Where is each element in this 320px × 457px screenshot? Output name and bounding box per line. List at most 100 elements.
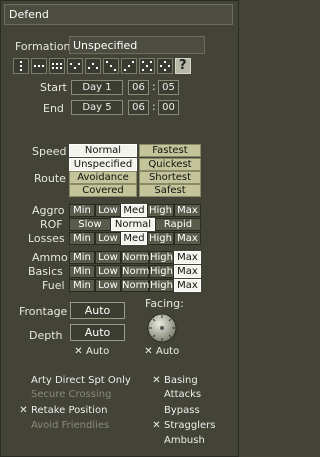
basics-norm-option[interactable]: Norm <box>121 265 149 278</box>
stragglers-checkbox[interactable]: ✕ Stragglers <box>152 420 215 431</box>
start-day-button[interactable]: Day 1 <box>71 80 123 95</box>
formation-diamond-icon <box>160 61 170 71</box>
fuel-low-option[interactable]: Low <box>95 279 121 292</box>
formation-vee-button[interactable] <box>67 58 83 74</box>
route-avoidance-option[interactable]: Avoidance <box>69 171 137 184</box>
speed-normal-option[interactable]: Normal <box>69 144 137 157</box>
formation-echelon-left-button[interactable] <box>103 58 119 74</box>
formation-field[interactable]: Unspecified <box>69 36 205 54</box>
formation-echelon-right-button[interactable] <box>121 58 137 74</box>
ambush-checkbox[interactable]: Ambush <box>152 435 205 446</box>
aggro-high-option[interactable]: High <box>147 204 174 217</box>
facing-auto-checkbox[interactable]: ✕ Auto <box>144 346 179 357</box>
start-hour-button[interactable]: 06 <box>128 80 149 95</box>
facing-label: Facing: <box>145 297 184 310</box>
arty-direct-support-checkbox[interactable]: Arty Direct Spt Only <box>19 375 131 386</box>
basics-low-option[interactable]: Low <box>95 265 121 278</box>
speed-label: Speed <box>32 145 67 158</box>
formation-box-icon <box>142 61 152 71</box>
fuel-max-option[interactable]: Max <box>174 279 201 292</box>
ammo-label: Ammo <box>32 251 68 264</box>
checkbox-empty-icon <box>152 405 161 416</box>
depth-label: Depth <box>29 329 63 342</box>
formation-echelon-left-icon <box>106 61 116 71</box>
fuel-norm-option[interactable]: Norm <box>121 279 149 292</box>
formation-line-icon <box>34 65 44 67</box>
ammo-norm-option[interactable]: Norm <box>121 251 149 264</box>
task-title: Defend <box>9 8 49 21</box>
formation-vee-icon <box>70 63 80 69</box>
rof-rapid-option[interactable]: Rapid <box>155 218 201 231</box>
frontage-label: Frontage <box>19 305 68 318</box>
checkbox-empty-icon <box>152 435 161 446</box>
basics-high-option[interactable]: High <box>149 265 174 278</box>
ammo-min-option[interactable]: Min <box>69 251 95 264</box>
checkbox-empty-icon <box>19 420 28 431</box>
secure-crossing-checkbox[interactable]: Secure Crossing <box>19 389 111 400</box>
fuel-high-option[interactable]: High <box>149 279 174 292</box>
route-label: Route <box>34 172 66 185</box>
check-icon: ✕ <box>74 346 83 357</box>
aggro-label: Aggro <box>32 204 65 217</box>
check-icon: ✕ <box>19 405 28 416</box>
depth-button[interactable]: Auto <box>70 324 125 341</box>
losses-max-option[interactable]: Max <box>174 232 201 245</box>
aggro-low-option[interactable]: Low <box>95 204 121 217</box>
formation-line-button[interactable] <box>31 58 47 74</box>
checkbox-empty-icon <box>19 375 28 386</box>
aggro-min-option[interactable]: Min <box>69 204 95 217</box>
losses-label: Losses <box>28 232 65 245</box>
start-label: Start <box>40 81 67 94</box>
end-day-button[interactable]: Day 5 <box>71 100 123 115</box>
formation-echelon-right-icon <box>124 61 134 71</box>
ammo-max-option[interactable]: Max <box>174 251 201 264</box>
retake-position-checkbox[interactable]: ✕ Retake Position <box>19 405 107 416</box>
ammo-high-option[interactable]: High <box>149 251 174 264</box>
check-icon: ✕ <box>152 375 161 386</box>
end-time-separator: : <box>152 100 156 113</box>
formation-unspecified-button[interactable]: ? <box>175 58 191 74</box>
question-icon: ? <box>179 58 187 73</box>
end-minute-button[interactable]: 00 <box>158 100 179 115</box>
formation-diamond-button[interactable] <box>157 58 173 74</box>
attacks-checkbox[interactable]: Attacks <box>152 389 201 400</box>
route-safest-option[interactable]: Safest <box>139 184 201 197</box>
aggro-max-option[interactable]: Max <box>174 204 201 217</box>
start-minute-button[interactable]: 05 <box>158 80 179 95</box>
rof-slow-option[interactable]: Slow <box>69 218 111 231</box>
losses-high-option[interactable]: High <box>147 232 174 245</box>
fuel-min-option[interactable]: Min <box>69 279 95 292</box>
fuel-label: Fuel <box>42 279 65 292</box>
losses-min-option[interactable]: Min <box>69 232 95 245</box>
formation-wedge-icon <box>88 63 98 69</box>
rof-label: ROF <box>40 218 63 231</box>
route-shortest-option[interactable]: Shortest <box>139 171 201 184</box>
ammo-low-option[interactable]: Low <box>95 251 121 264</box>
basics-min-option[interactable]: Min <box>69 265 95 278</box>
losses-low-option[interactable]: Low <box>95 232 121 245</box>
checkbox-empty-icon <box>152 389 161 400</box>
losses-med-option[interactable]: Med <box>121 232 147 245</box>
formation-wedge-button[interactable] <box>85 58 101 74</box>
formation-block-icon <box>52 63 62 69</box>
aggro-med-option[interactable]: Med <box>121 204 147 217</box>
formation-block-button[interactable] <box>49 58 65 74</box>
formation-column-button[interactable] <box>13 58 29 74</box>
route-covered-option[interactable]: Covered <box>69 184 137 197</box>
formation-label: Formation <box>15 40 71 53</box>
route-quickest-option[interactable]: Quickest <box>139 158 201 171</box>
depth-auto-checkbox[interactable]: ✕ Auto <box>74 346 109 357</box>
task-title-field[interactable]: Defend <box>4 4 233 25</box>
basing-checkbox[interactable]: ✕ Basing <box>152 375 197 386</box>
checkbox-empty-icon <box>19 389 28 400</box>
route-unspecified-option[interactable]: Unspecified <box>69 158 137 171</box>
facing-dial-icon[interactable] <box>147 313 177 343</box>
frontage-button[interactable]: Auto <box>70 302 125 319</box>
formation-box-button[interactable] <box>139 58 155 74</box>
rof-normal-option[interactable]: Normal <box>111 218 155 231</box>
end-hour-button[interactable]: 06 <box>128 100 149 115</box>
speed-fastest-option[interactable]: Fastest <box>139 144 201 157</box>
basics-max-option[interactable]: Max <box>174 265 201 278</box>
avoid-friendlies-checkbox[interactable]: Avoid Friendlies <box>19 420 109 431</box>
bypass-checkbox[interactable]: Bypass <box>152 405 200 416</box>
